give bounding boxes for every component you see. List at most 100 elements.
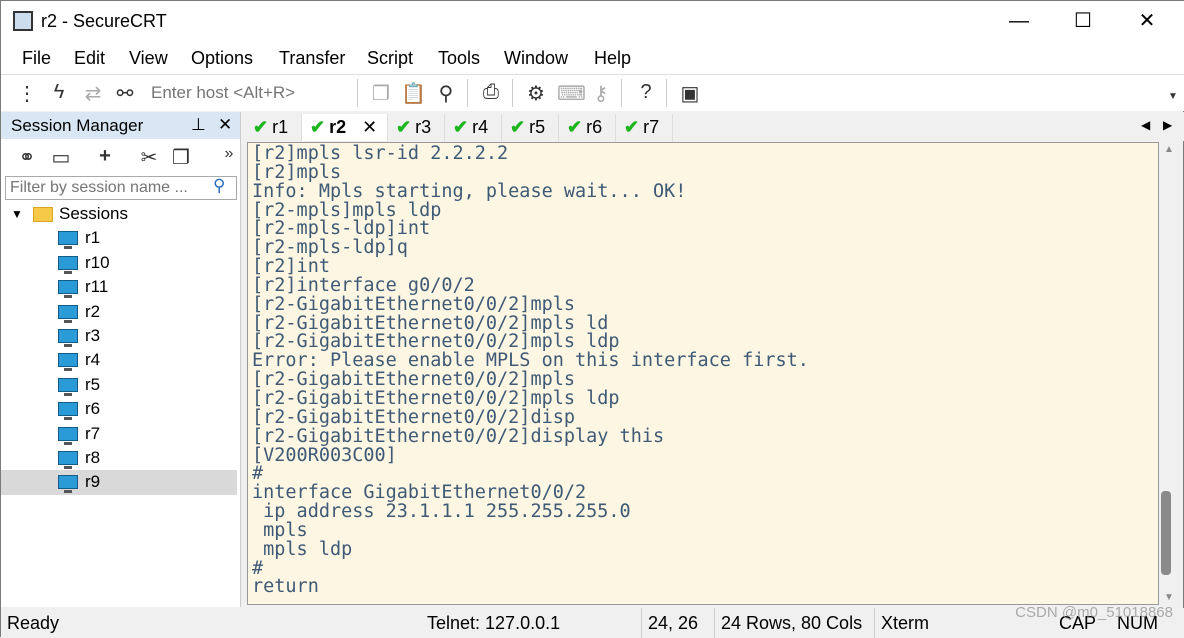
terminal-output[interactable]: [r2]mpls lsr-id 2.2.2.2 [r2]mpls Info: Mpl… [247, 142, 1159, 605]
menu-help[interactable]: Help [594, 48, 631, 69]
terminal-line: mpls ldp [252, 538, 353, 560]
session-label: r3 [85, 325, 101, 345]
session-label: r2 [85, 301, 101, 321]
status-protocol: Telnet: 127.0.0.1 [427, 613, 561, 633]
enter-host-input[interactable] [151, 83, 351, 103]
window-title: r2 - SecureCRT [41, 11, 167, 31]
monitor-icon [58, 377, 78, 396]
menu-edit[interactable]: Edit [74, 48, 105, 69]
connect-icon[interactable]: ⋮ [15, 81, 39, 106]
monitor-icon [58, 328, 78, 347]
menu-options[interactable]: Options [191, 48, 253, 69]
session-item-r9[interactable]: r9 [1, 470, 237, 495]
chevron-down-icon[interactable]: ▼ [11, 202, 23, 226]
title-bar: r2 - SecureCRT — ☐ ✕ [1, 1, 1184, 41]
status-terminal-size: 24 Rows, 80 Cols [714, 608, 862, 638]
more-chevron-icon[interactable]: » [217, 145, 241, 163]
tab-r2[interactable]: ✔ r2 ✕ [302, 114, 388, 141]
session-item-r10[interactable]: r10 [1, 251, 237, 275]
tab-r5[interactable]: ✔ r5 [502, 114, 559, 141]
scroll-down-icon[interactable]: ▼ [1164, 592, 1174, 603]
tab-r1[interactable]: ✔ r1 [245, 114, 302, 141]
menu-view[interactable]: View [129, 48, 168, 69]
print-icon[interactable]: ⎙ [479, 81, 503, 104]
tab-scroll-right-icon[interactable]: ▶ [1163, 118, 1172, 132]
session-item-r4[interactable]: r4 [1, 348, 237, 372]
paste-clipboard-icon[interactable]: 📋 [401, 81, 426, 106]
key-agent-icon[interactable]: ⚷ [589, 81, 613, 106]
terminal-line: Info: Mpls starting, please wait... OK! [252, 180, 687, 202]
reconnect-icon[interactable]: ⇄ [81, 81, 105, 106]
menu-file[interactable]: File [22, 48, 51, 69]
connected-check-icon: ✔ [510, 117, 526, 137]
menu-transfer[interactable]: Transfer [279, 48, 345, 69]
maximize-button[interactable]: ☐ [1063, 7, 1103, 35]
toolbar-overflow-icon[interactable]: ▼ [1161, 91, 1184, 102]
tab-r3[interactable]: ✔ r3 [388, 114, 445, 141]
close-panel-icon[interactable]: ✕ [218, 115, 232, 135]
scroll-up-icon[interactable]: ▲ [1164, 144, 1174, 155]
tab-label: r5 [529, 117, 546, 137]
connect-link-icon[interactable]: ⚭ [15, 145, 39, 170]
secure-file-icon[interactable]: ▣ [678, 81, 702, 106]
cut-scissors-icon[interactable]: ✂ [137, 145, 161, 170]
terminal-line: return [252, 576, 319, 598]
connected-check-icon: ✔ [253, 117, 269, 137]
quick-connect-lightning-icon[interactable]: ϟ [47, 81, 71, 104]
new-tab-icon[interactable]: ▭ [49, 145, 73, 170]
disconnect-link-icon[interactable]: ⚯ [113, 81, 137, 106]
minimize-button[interactable]: — [999, 7, 1039, 35]
copy-session-icon[interactable]: ❐ [169, 145, 193, 170]
toolbar: ⋮ ϟ ⇄ ⚯ ❐ 📋 ⚲ ⎙ ⚙ ⌨ ⚷ ? ▣ ▼ [1, 74, 1184, 111]
session-label: r4 [85, 350, 101, 370]
monitor-icon [58, 475, 78, 494]
session-tabs: ✔ r1 ✔ r2 ✕ ✔ r3 ✔ r4 ✔ r5 ✔ r6 ✔ r7 ◀ ▶ [245, 112, 1184, 141]
session-label: r5 [85, 374, 101, 394]
menu-script[interactable]: Script [367, 48, 413, 69]
close-button[interactable]: ✕ [1127, 7, 1167, 35]
menu-tools[interactable]: Tools [438, 48, 480, 69]
monitor-icon [58, 255, 78, 274]
tab-r6[interactable]: ✔ r6 [559, 114, 616, 141]
connected-check-icon: ✔ [567, 117, 583, 137]
tree-folder-sessions[interactable]: ▼ Sessions [1, 202, 237, 226]
tab-label: r2 [329, 117, 347, 137]
terminal-line: [V200R003C00] [252, 444, 397, 466]
menu-window[interactable]: Window [504, 48, 568, 69]
pin-icon[interactable]: ⊥ [191, 115, 206, 135]
tab-label: r4 [472, 117, 489, 137]
session-label: r7 [85, 423, 101, 443]
session-filter-input[interactable] [5, 176, 237, 200]
terminal-line: [r2-GigabitEthernet0/0/2]mpls ldp [252, 387, 620, 409]
close-tab-icon[interactable]: ✕ [362, 117, 377, 137]
settings-gear-icon[interactable]: ⚙ [524, 81, 548, 106]
copy-icon[interactable]: ❐ [369, 81, 393, 106]
session-manager-panel: Session Manager ⊥ ✕ ⚭ ▭ + ✂ ❐ » ⚲ ▼ Sess… [1, 112, 241, 607]
session-item-r11[interactable]: r11 [1, 275, 237, 299]
tab-scroll-left-icon[interactable]: ◀ [1141, 118, 1150, 132]
session-item-r6[interactable]: r6 [1, 397, 237, 421]
session-item-r2[interactable]: r2 [1, 300, 237, 324]
tab-r7[interactable]: ✔ r7 [616, 114, 673, 141]
session-item-r3[interactable]: r3 [1, 324, 237, 348]
session-item-r8[interactable]: r8 [1, 446, 237, 470]
monitor-icon [58, 402, 78, 421]
session-label: r11 [85, 277, 109, 297]
search-icon[interactable]: ⚲ [213, 176, 225, 196]
find-binoculars-icon[interactable]: ⚲ [434, 81, 458, 106]
session-item-r7[interactable]: r7 [1, 422, 237, 446]
tab-r4[interactable]: ✔ r4 [445, 114, 502, 141]
session-tree: ▼ Sessions r1 r10 r11 r2 r3 r4 r5 r6 r7 r8 r9 [1, 202, 237, 495]
session-item-r1[interactable]: r1 [1, 226, 237, 250]
keymap-keyboard-icon[interactable]: ⌨ [557, 81, 586, 106]
securecrt-app-icon [13, 11, 33, 31]
connected-check-icon: ✔ [624, 117, 640, 137]
help-icon[interactable]: ? [634, 81, 658, 104]
scrollbar-thumb[interactable] [1161, 491, 1171, 575]
menu-bar: File Edit View Options Transfer Script T… [1, 41, 1184, 74]
session-label: r9 [85, 472, 101, 492]
session-item-r5[interactable]: r5 [1, 373, 237, 397]
add-session-plus-icon[interactable]: + [93, 145, 117, 168]
monitor-icon [58, 231, 78, 250]
monitor-icon [58, 426, 78, 445]
